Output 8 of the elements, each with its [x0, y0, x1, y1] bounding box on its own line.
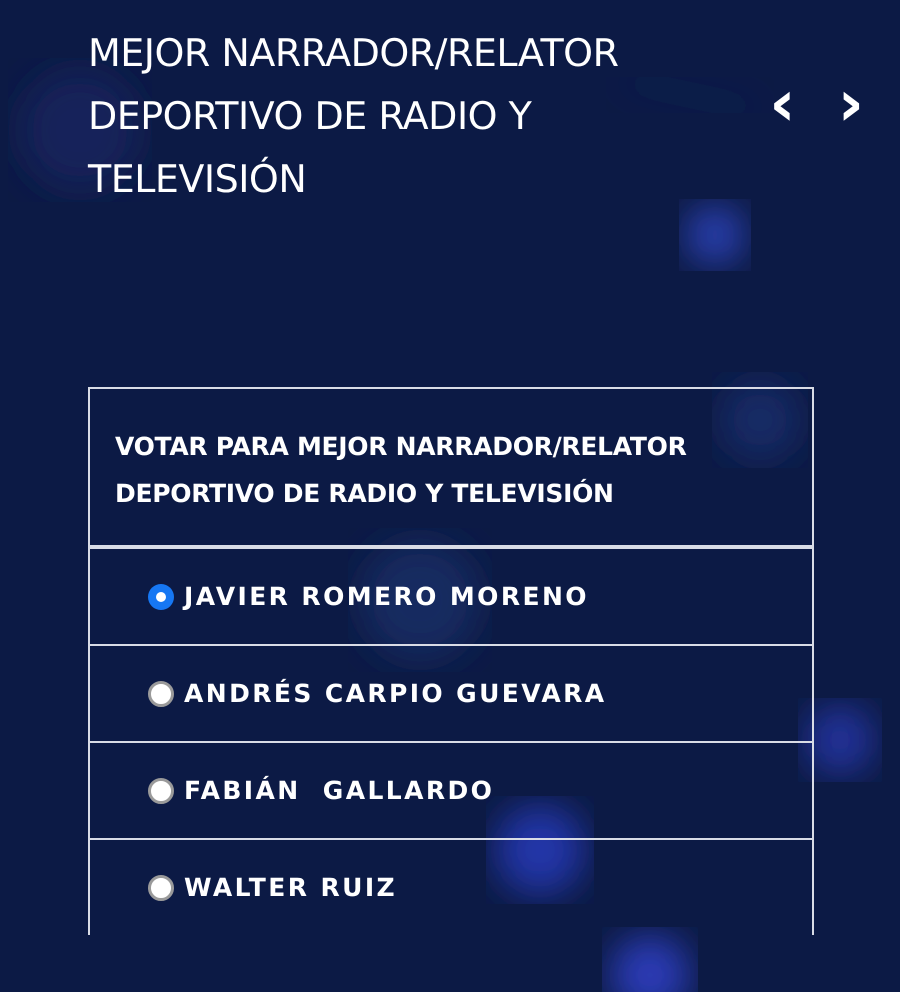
- category-title: MEJOR NARRADOR/RELATOR DEPORTIVO DE RADIO Y TELEVISIÓN: [88, 30, 620, 203]
- option-label[interactable]: ANDRÉS CARPIO GUEVARA: [184, 679, 606, 708]
- next-button[interactable]: ›: [832, 80, 870, 128]
- option-label[interactable]: JAVIER ROMERO MORENO: [184, 582, 589, 611]
- option-label[interactable]: FABIÁN GALLARDO: [184, 776, 494, 805]
- option-label[interactable]: WALTER RUIZ: [184, 873, 398, 902]
- previous-button[interactable]: ‹: [763, 80, 802, 128]
- vote-heading: VOTAR PARA MEJOR NARRADOR/RELATOR DEPORTIVO DE RADIO Y TELEVISIÓN: [115, 431, 688, 510]
